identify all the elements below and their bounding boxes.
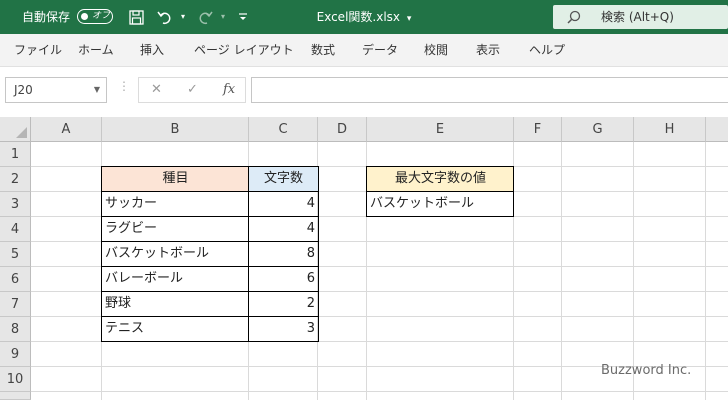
tab-home[interactable]: ホーム <box>78 34 114 66</box>
chevron-down-icon[interactable]: ▼ <box>94 78 100 102</box>
cell-e2-header[interactable]: 最大文字数の値 <box>367 167 514 192</box>
cell-b6[interactable]: バレーボール <box>102 267 249 292</box>
title-bar: 自動保存 オフ ▾ ▾ Excel関数.xlsx ▾ 検索 (Alt+Q) <box>0 0 728 34</box>
cell-b5[interactable]: バスケットボール <box>102 242 249 267</box>
column-header-next[interactable] <box>706 117 728 142</box>
gridline <box>705 142 706 400</box>
row-header-6[interactable]: 6 <box>0 267 31 292</box>
column-header-g[interactable]: G <box>562 117 634 142</box>
column-header-d[interactable]: D <box>318 117 367 142</box>
watermark-text: Buzzword Inc. <box>601 363 692 378</box>
cell-b8[interactable]: テニス <box>102 317 249 342</box>
tab-view[interactable]: 表示 <box>476 34 500 66</box>
cell-b2-header[interactable]: 種目 <box>102 167 249 192</box>
ribbon-tabs: ファイル ホーム 挿入 ページ レイアウト 数式 データ 校閲 表示 ヘルプ <box>0 34 728 67</box>
row-header-3[interactable]: 3 <box>0 192 31 217</box>
tab-review[interactable]: 校閲 <box>424 34 448 66</box>
row-header-10[interactable]: 10 <box>0 367 31 392</box>
search-placeholder: 検索 (Alt+Q) <box>601 10 674 24</box>
row-header-8[interactable]: 8 <box>0 317 31 342</box>
row-header-2[interactable]: 2 <box>0 167 31 192</box>
row-header-9[interactable]: 9 <box>0 342 31 367</box>
cell-c7[interactable]: 2 <box>249 292 318 317</box>
formula-tools: ✕ ✓ fx <box>138 77 246 103</box>
cell-c6[interactable]: 6 <box>249 267 318 292</box>
column-header-f[interactable]: F <box>514 117 562 142</box>
formula-input[interactable] <box>251 77 728 103</box>
file-dropdown-icon[interactable]: ▾ <box>407 14 412 24</box>
enter-icon[interactable]: ✓ <box>187 78 198 102</box>
column-header-b[interactable]: B <box>102 117 249 142</box>
cell-c2-header[interactable]: 文字数 <box>249 167 318 192</box>
cell-c4[interactable]: 4 <box>249 217 318 242</box>
more-options-icon[interactable]: ⋮ <box>118 79 130 93</box>
tab-page-layout[interactable]: ページ レイアウト <box>194 34 294 66</box>
gridline <box>31 391 728 392</box>
insert-function-icon[interactable]: fx <box>223 78 235 102</box>
cell-c8[interactable]: 3 <box>249 317 318 342</box>
file-name[interactable]: Excel関数.xlsx <box>317 10 400 24</box>
search-box[interactable]: 検索 (Alt+Q) <box>553 5 728 29</box>
gridline <box>633 142 634 400</box>
cell-c3[interactable]: 4 <box>249 192 318 217</box>
cell-c5[interactable]: 8 <box>249 242 318 267</box>
cell-e3-result[interactable]: バスケットボール <box>367 192 514 217</box>
column-header-c[interactable]: C <box>249 117 318 142</box>
row-header-7[interactable]: 7 <box>0 292 31 317</box>
row-header-11[interactable] <box>0 392 31 400</box>
cell-b7[interactable]: 野球 <box>102 292 249 317</box>
cell-b3[interactable]: サッカー <box>102 192 249 217</box>
row-header-4[interactable]: 4 <box>0 217 31 242</box>
select-all-corner[interactable] <box>0 117 31 142</box>
column-header-h[interactable]: H <box>634 117 706 142</box>
search-icon <box>567 8 581 28</box>
column-header-a[interactable]: A <box>31 117 102 142</box>
row-header-5[interactable]: 5 <box>0 242 31 267</box>
formula-bar: J20 ▼ ⋮ ✕ ✓ fx <box>0 67 728 117</box>
cell-b4[interactable]: ラグビー <box>102 217 249 242</box>
name-box[interactable]: J20 ▼ <box>5 77 107 103</box>
row-header-1[interactable]: 1 <box>0 142 31 167</box>
name-box-value: J20 <box>14 83 33 97</box>
spreadsheet-grid: A B C D E F G H 1 2 3 4 5 6 7 8 9 10 種目 … <box>0 117 728 400</box>
tab-data[interactable]: データ <box>362 34 398 66</box>
column-header-e[interactable]: E <box>367 117 514 142</box>
tab-insert[interactable]: 挿入 <box>140 34 164 66</box>
gridline <box>561 142 562 400</box>
tab-file[interactable]: ファイル <box>14 34 62 66</box>
tab-help[interactable]: ヘルプ <box>529 34 565 66</box>
tab-formulas[interactable]: 数式 <box>311 34 335 66</box>
cancel-icon[interactable]: ✕ <box>151 78 162 102</box>
